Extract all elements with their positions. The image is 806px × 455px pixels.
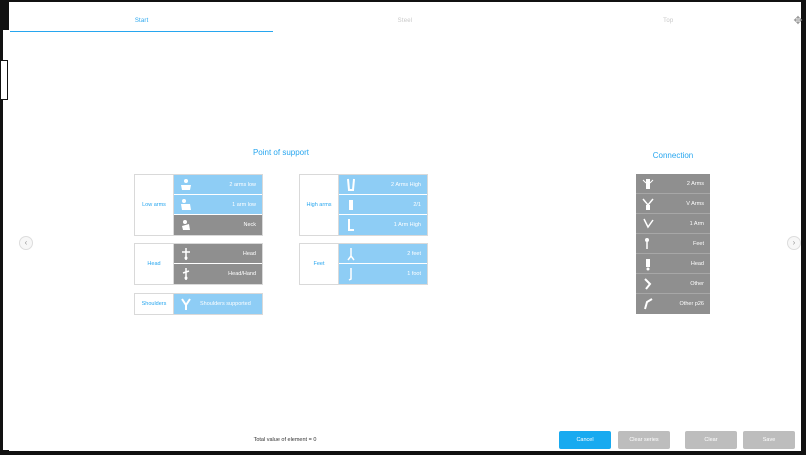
- head-hand-icon: [174, 266, 198, 282]
- window-right-edge: [801, 0, 806, 455]
- tab-bar: Start Steel Top: [10, 10, 800, 32]
- option-label: 1 foot: [407, 271, 421, 277]
- two-arms-high-icon: [339, 177, 363, 193]
- neck-icon: [174, 217, 198, 233]
- shoulders-icon: [174, 296, 198, 312]
- group-feet: Feet 2 feet 1 foot: [299, 243, 428, 285]
- group-low-arms: Low arms 2 arms low 1 arm low Neck: [134, 174, 263, 236]
- window-left-edge: [0, 0, 9, 455]
- clear-series-button[interactable]: Clear series: [618, 431, 670, 449]
- option-1-foot[interactable]: 1 foot: [339, 264, 427, 284]
- option-2-arms-high[interactable]: 2 Arms High: [339, 175, 427, 195]
- total-value-text: Total value of element = 0: [253, 437, 317, 443]
- option-label: 2 feet: [407, 250, 421, 257]
- connection-other-p26-icon: [636, 296, 660, 312]
- option-head[interactable]: Head: [174, 244, 262, 264]
- previous-page-button[interactable]: ‹: [19, 236, 33, 250]
- connection-other-p26[interactable]: Other p26: [636, 294, 710, 314]
- head-support-icon: [174, 246, 198, 262]
- group-label: High arms: [300, 175, 339, 235]
- connection-2-arms-icon: [636, 176, 660, 192]
- option-label: 2 arms low: [229, 181, 256, 188]
- connection-head[interactable]: Head: [636, 254, 710, 274]
- move-arrows-icon[interactable]: ✥: [792, 15, 804, 27]
- option-2-arms-low[interactable]: 2 arms low: [174, 175, 262, 195]
- chevron-left-icon: ‹: [24, 238, 28, 247]
- cancel-button[interactable]: Cancel: [559, 431, 611, 449]
- connection-v-arms-icon: [636, 196, 660, 212]
- clear-button[interactable]: Clear: [685, 431, 737, 449]
- connection-v-arms[interactable]: V Arms: [636, 194, 710, 214]
- connection-1-arm[interactable]: 1 Arm: [636, 214, 710, 234]
- group-shoulders: Shoulders Shoulders supported: [134, 293, 263, 315]
- tab-start[interactable]: Start: [10, 10, 274, 32]
- one-arm-high-icon: [339, 217, 363, 233]
- option-label: Head: [690, 260, 704, 267]
- option-neck[interactable]: Neck: [174, 215, 262, 235]
- save-button[interactable]: Save: [743, 431, 795, 449]
- window-bottom-edge: [0, 451, 806, 455]
- one-arm-low-icon: [174, 197, 198, 213]
- connection-feet[interactable]: Feet: [636, 234, 710, 254]
- tab-steel[interactable]: Steel: [273, 10, 536, 32]
- connection-list: 2 Arms V Arms 1 Arm Feet Head Other Othe…: [636, 174, 710, 314]
- connection-feet-icon: [636, 236, 660, 252]
- two-feet-icon: [339, 246, 363, 262]
- group-label: Low arms: [135, 175, 174, 235]
- option-label: 2 Arms: [686, 180, 704, 187]
- option-shoulders-supported[interactable]: Shoulders supported: [174, 294, 262, 314]
- two-one-icon: [339, 197, 363, 213]
- option-2-1[interactable]: 2/1: [339, 195, 427, 215]
- tab-top[interactable]: Top: [537, 10, 800, 32]
- option-head-hand[interactable]: Head/Hand: [174, 264, 262, 284]
- connection-other-icon: [636, 276, 660, 292]
- option-label: Neck: [243, 222, 256, 228]
- group-label: Shoulders: [135, 294, 174, 314]
- one-foot-icon: [339, 266, 363, 282]
- two-arms-low-icon: [174, 177, 198, 193]
- group-high-arms: High arms 2 Arms High 2/1 1 Arm High: [299, 174, 428, 236]
- option-label: Feet: [692, 240, 704, 247]
- option-label: 2/1: [413, 201, 421, 208]
- connection-2-arms[interactable]: 2 Arms: [636, 174, 710, 194]
- option-label: 2 Arms High: [391, 181, 421, 188]
- option-label: 1 Arm High: [393, 222, 421, 228]
- option-2-feet[interactable]: 2 feet: [339, 244, 427, 264]
- left-edge-mark: [0, 60, 8, 100]
- connection-title: Connection: [652, 151, 694, 160]
- option-label: Other: [690, 280, 704, 287]
- connection-head-icon: [636, 256, 660, 272]
- option-label: Other p26: [679, 301, 704, 307]
- option-label: 1 Arm: [689, 220, 704, 227]
- option-1-arm-low[interactable]: 1 arm low: [174, 195, 262, 215]
- connection-1-arm-icon: [636, 216, 660, 232]
- option-label: V Arms: [686, 200, 704, 207]
- option-label: Head: [242, 250, 256, 257]
- option-label: 1 arm low: [232, 201, 256, 208]
- window-top-edge: [0, 0, 806, 8]
- group-label: Feet: [300, 244, 339, 284]
- connection-other[interactable]: Other: [636, 274, 710, 294]
- chevron-right-icon: ›: [792, 238, 796, 247]
- option-1-arm-high[interactable]: 1 Arm High: [339, 215, 427, 235]
- point-of-support-title: Point of support: [252, 148, 310, 157]
- option-label: Shoulders supported: [200, 301, 251, 307]
- group-head: Head Head Head/Hand: [134, 243, 263, 285]
- next-page-button[interactable]: ›: [787, 236, 801, 250]
- option-label: Head/Hand: [228, 271, 256, 277]
- group-label: Head: [135, 244, 174, 284]
